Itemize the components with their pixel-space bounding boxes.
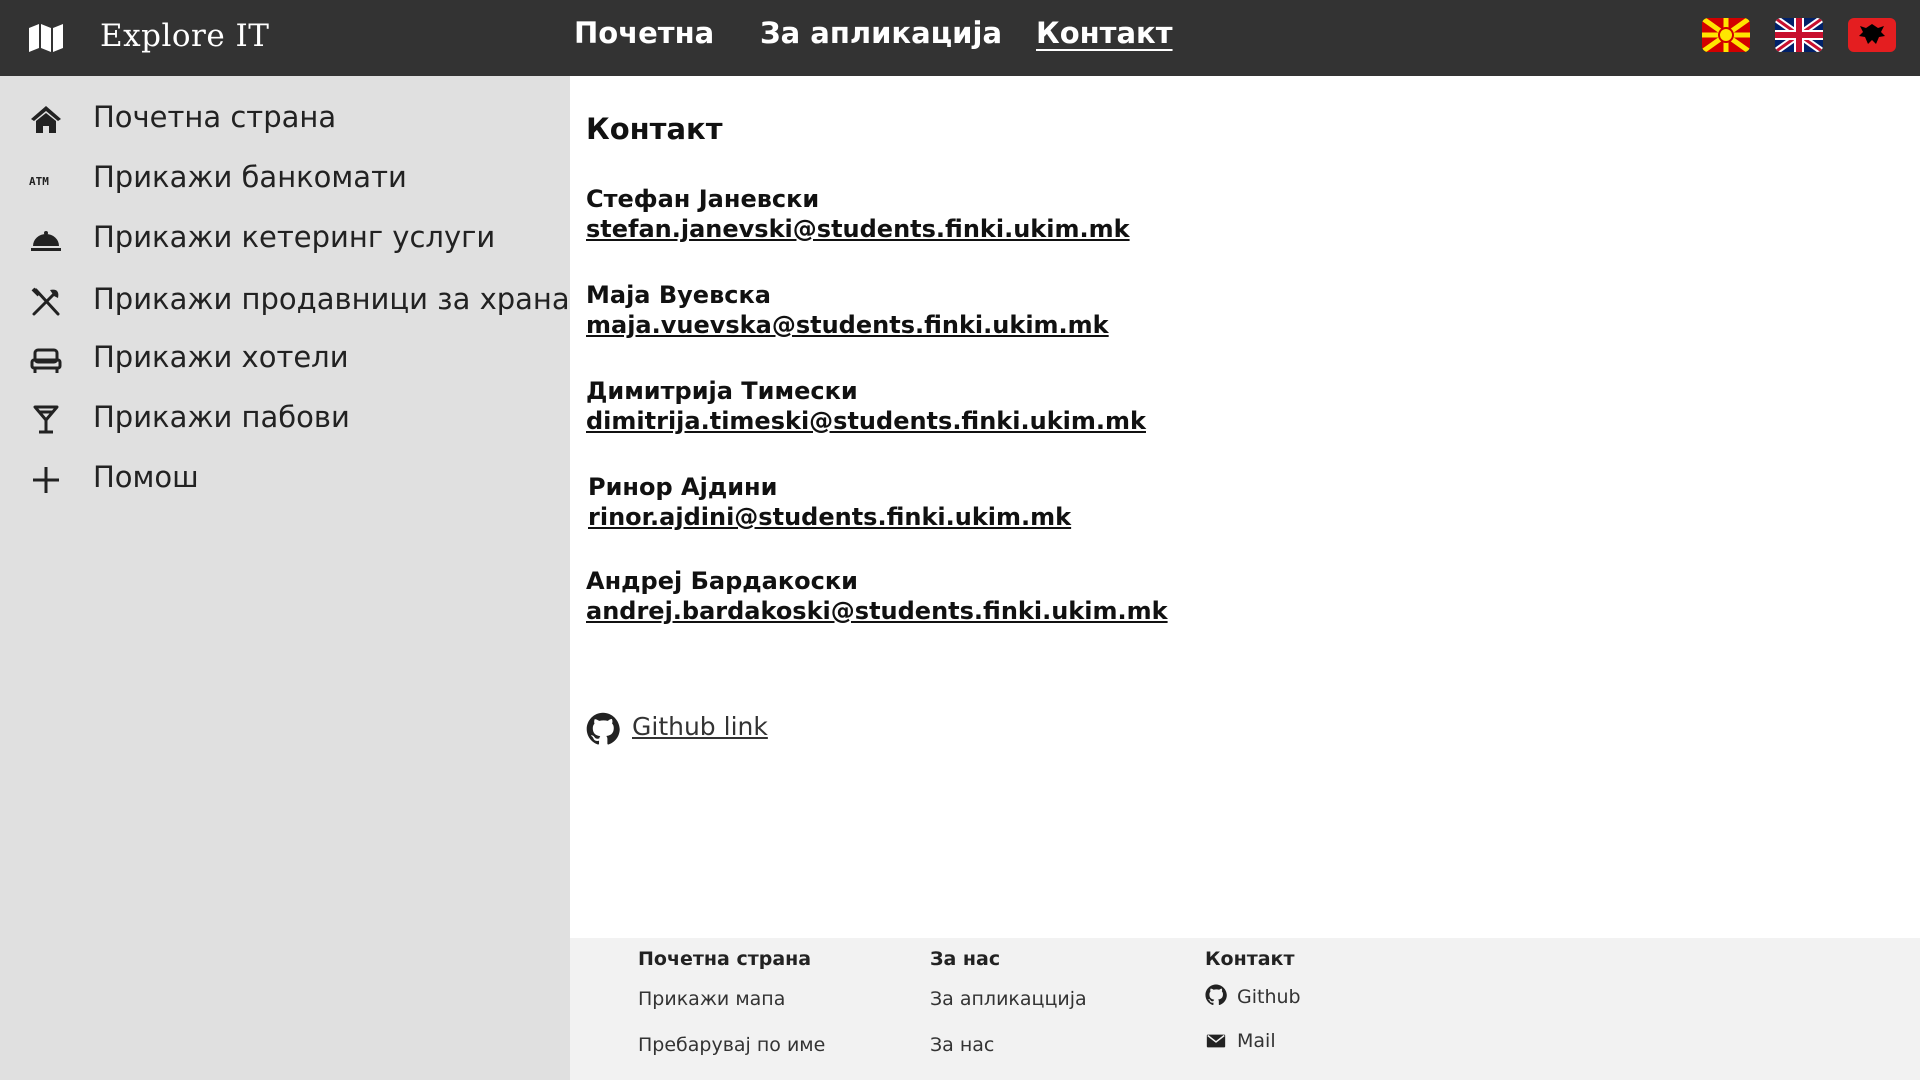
contact-name: Димитрија Тимески (586, 377, 858, 405)
nav-contact[interactable]: Контакт (1036, 16, 1173, 50)
contact-name: Андреј Бардакоски (586, 567, 858, 595)
sidebar-item-label: Прикажи продавници за храна (93, 282, 570, 316)
footer-link-search-by-name[interactable]: Пребарувај по име (638, 1034, 825, 1056)
sidebar-item-atms[interactable]: ATM Прикажи банкомати (0, 152, 570, 208)
footer-heading-contact: Контакт (1205, 948, 1295, 970)
mail-icon (1206, 1034, 1226, 1048)
page-title: Контакт (586, 112, 723, 146)
sidebar-item-label: Прикажи хотели (93, 340, 349, 374)
footer: Почетна страна Прикажи мапа Пребарувај п… (570, 938, 1920, 1080)
github-icon (1205, 984, 1227, 1006)
brand-title[interactable]: Explore IT (100, 18, 269, 54)
footer-link-mail[interactable]: Mail (1237, 1030, 1276, 1052)
sidebar-item-home[interactable]: Почетна страна (0, 92, 570, 148)
sidebar-item-label: Прикажи пабови (93, 400, 350, 434)
home-icon (31, 106, 61, 133)
sidebar-item-label: Почетна страна (93, 100, 337, 134)
al-flag-icon[interactable] (1848, 18, 1896, 52)
footer-link-github[interactable]: Github (1237, 986, 1301, 1008)
footer-link-about-us[interactable]: За нас (930, 1034, 994, 1056)
sidebar-item-food-stores[interactable]: Прикажи продавници за храна (0, 274, 570, 330)
mk-flag-icon[interactable] (1702, 18, 1750, 52)
footer-link-show-map[interactable]: Прикажи мапа (638, 988, 785, 1010)
contact-email-link[interactable]: andrej.bardakoski@students.finki.ukim.mk (586, 596, 1168, 626)
sidebar-item-label: Прикажи кетеринг услуги (93, 220, 496, 254)
contact-name: Маја Вуевска (586, 281, 771, 309)
sidebar-item-help[interactable]: Помош (0, 452, 570, 508)
top-navbar: Explore IT Почетна За апликација Контакт (0, 0, 1920, 76)
contact-card: Стефан Јаневски stefan.janevski@students… (586, 184, 1130, 244)
github-icon[interactable] (586, 712, 620, 746)
contact-email-link[interactable]: stefan.janevski@students.finki.ukim.mk (586, 214, 1130, 244)
cocktail-icon (33, 405, 59, 434)
footer-heading-home: Почетна страна (638, 948, 812, 970)
bed-icon (30, 348, 62, 373)
contact-card: Димитрија Тимески dimitrija.timeski@stud… (586, 376, 1146, 436)
contact-email-link[interactable]: maja.vuevska@students.finki.ukim.mk (586, 310, 1109, 340)
utensils-icon (31, 287, 60, 316)
sidebar-item-pubs[interactable]: Прикажи пабови (0, 392, 570, 448)
contact-name: Стефан Јаневски (586, 185, 820, 213)
contact-name: Ринор Ајдини (588, 473, 778, 501)
contact-card: Маја Вуевска maja.vuevska@students.finki… (586, 280, 1109, 340)
map-icon[interactable] (28, 24, 64, 52)
plus-icon (33, 467, 59, 493)
sidebar-item-label: Помош (93, 460, 199, 494)
contact-email-link[interactable]: dimitrija.timeski@students.finki.ukim.mk (586, 406, 1146, 436)
atm-icon: ATM (29, 175, 49, 188)
uk-flag-icon[interactable] (1775, 18, 1823, 52)
nav-about-app[interactable]: За апликација (760, 16, 1002, 50)
nav-home[interactable]: Почетна (574, 16, 714, 50)
footer-link-about-app[interactable]: За апликаццијa (930, 988, 1087, 1010)
footer-heading-about: За нас (930, 948, 1001, 970)
contact-email-link[interactable]: rinor.ajdini@students.finki.ukim.mk (588, 502, 1071, 532)
sidebar-item-label: Прикажи банкомати (93, 160, 407, 194)
sidebar: Почетна страна ATM Прикажи банкомати При… (0, 76, 570, 1080)
contact-card: Ринор Ајдини rinor.ajdini@students.finki… (588, 472, 1071, 532)
catering-icon (31, 231, 61, 251)
svg-text:ATM: ATM (29, 175, 49, 188)
contact-card: Андреј Бардакоски andrej.bardakoski@stud… (586, 566, 1168, 626)
sidebar-item-hotels[interactable]: Прикажи хотели (0, 332, 570, 388)
main-content: Контакт Стефан Јаневски stefan.janevski@… (570, 76, 1920, 938)
github-link[interactable]: Github link (632, 712, 768, 741)
sidebar-item-catering[interactable]: Прикажи кетеринг услуги (0, 212, 570, 268)
